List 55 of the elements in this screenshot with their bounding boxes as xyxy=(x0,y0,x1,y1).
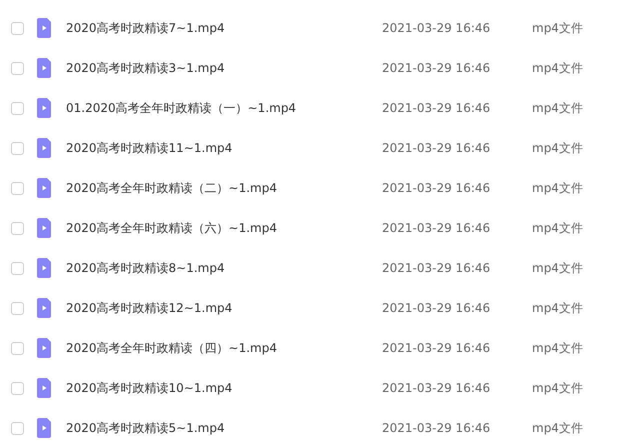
checkbox[interactable] xyxy=(11,102,24,114)
video-file-icon xyxy=(37,58,51,78)
video-file-icon xyxy=(37,178,51,198)
file-name[interactable]: 2020高考时政精读8~1.mp4 xyxy=(66,259,382,277)
file-type: mp4文件 xyxy=(532,220,583,237)
checkbox[interactable] xyxy=(11,222,24,234)
modified-date: 2021-03-29 16:46 xyxy=(382,380,492,397)
modified-date: 2021-03-29 16:46 xyxy=(382,300,492,317)
file-type: mp4文件 xyxy=(532,100,583,117)
video-file-icon xyxy=(37,98,51,118)
file-type: mp4文件 xyxy=(532,380,583,397)
modified-date: 2021-03-29 16:46 xyxy=(382,220,492,237)
file-name[interactable]: 2020高考时政精读10~1.mp4 xyxy=(66,379,382,397)
file-name[interactable]: 2020高考时政精读11~1.mp4 xyxy=(66,139,382,157)
file-type: mp4文件 xyxy=(532,260,583,277)
modified-date: 2021-03-29 16:46 xyxy=(382,420,492,437)
file-name[interactable]: 2020高考时政精读3~1.mp4 xyxy=(66,59,382,77)
checkbox[interactable] xyxy=(11,142,24,154)
video-file-icon xyxy=(37,298,51,318)
file-type: mp4文件 xyxy=(532,420,583,437)
checkbox[interactable] xyxy=(11,22,24,34)
file-name[interactable]: 2020高考全年时政精读（六）~1.mp4 xyxy=(66,219,382,237)
file-type: mp4文件 xyxy=(532,300,583,317)
file-type: mp4文件 xyxy=(532,140,583,157)
file-name[interactable]: 01.2020高考全年时政精读（一）~1.mp4 xyxy=(66,99,382,117)
checkbox[interactable] xyxy=(11,182,24,194)
video-file-icon xyxy=(37,338,51,358)
video-file-icon xyxy=(37,418,51,438)
file-name[interactable]: 2020高考全年时政精读（四）~1.mp4 xyxy=(66,339,382,357)
video-file-icon xyxy=(37,138,51,158)
modified-date: 2021-03-29 16:46 xyxy=(382,20,492,37)
checkbox[interactable] xyxy=(11,342,24,354)
checkbox[interactable] xyxy=(11,262,24,274)
modified-date: 2021-03-29 16:46 xyxy=(382,140,492,157)
video-file-icon xyxy=(37,218,51,238)
file-name[interactable]: 2020高考全年时政精读（二）~1.mp4 xyxy=(66,179,382,197)
checkbox[interactable] xyxy=(11,302,24,314)
modified-date: 2021-03-29 16:46 xyxy=(382,60,492,77)
video-file-icon xyxy=(37,378,51,398)
file-name[interactable]: 2020高考时政精读7~1.mp4 xyxy=(66,19,382,37)
file-type: mp4文件 xyxy=(532,20,583,37)
modified-date: 2021-03-29 16:46 xyxy=(382,340,492,357)
file-name[interactable]: 2020高考时政精读12~1.mp4 xyxy=(66,299,382,317)
file-type: mp4文件 xyxy=(532,340,583,357)
checkbox[interactable] xyxy=(11,62,24,74)
modified-date: 2021-03-29 16:46 xyxy=(382,100,492,117)
checkbox[interactable] xyxy=(11,382,24,394)
video-file-icon xyxy=(37,258,51,278)
file-name[interactable]: 2020高考时政精读5~1.mp4 xyxy=(66,419,382,437)
modified-date: 2021-03-29 16:46 xyxy=(382,260,492,277)
modified-date: 2021-03-29 16:46 xyxy=(382,180,492,197)
checkbox[interactable] xyxy=(11,422,24,434)
file-type: mp4文件 xyxy=(532,60,583,77)
file-type: mp4文件 xyxy=(532,180,583,197)
video-file-icon xyxy=(37,18,51,38)
